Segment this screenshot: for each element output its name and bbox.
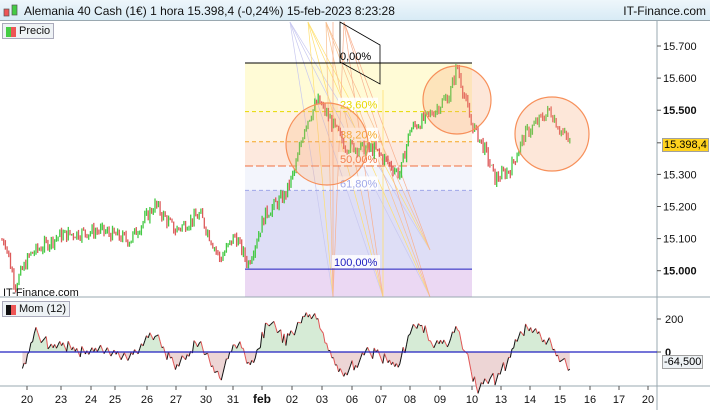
x-tick-label: 30 [200, 394, 212, 406]
momentum-value-badge: -64,500 [662, 355, 704, 369]
x-tick-label: 13 [495, 394, 507, 406]
fib-level-label: 0,00% [340, 51, 371, 63]
highlight-circle [514, 96, 590, 172]
x-tick-label: 26 [141, 394, 153, 406]
price-legend-label: Precio [19, 25, 51, 37]
y-tick-label: 15.600 [663, 73, 697, 85]
x-tick-label: 16 [584, 394, 596, 406]
momentum-legend-swatch-icon [6, 305, 16, 315]
y-tick-label: 15.000 [663, 266, 697, 278]
y-tick-label: 15.700 [663, 41, 697, 53]
chart-canvas[interactable]: 0,00%23,60%38,20%50,00%61,80%100,00%15.7… [0, 0, 710, 410]
x-tick-label: 27 [170, 394, 182, 406]
x-tick-label: 02 [286, 394, 298, 406]
last-price-badge: 15.398,4 [662, 138, 709, 152]
x-tick-label: 15 [554, 394, 566, 406]
x-tick-label: 08 [404, 394, 416, 406]
momentum-legend[interactable]: Mom (12) [2, 301, 71, 317]
fib-level-label: 100,00% [334, 257, 378, 269]
x-tick-label: 25 [109, 394, 121, 406]
momentum-line-segment [265, 322, 268, 325]
y-tick-label: 15.500 [663, 105, 697, 117]
momentum-positive-area [22, 312, 570, 352]
x-tick-label: 31 [227, 394, 239, 406]
x-tick-label: 03 [316, 394, 328, 406]
momentum-negative-area [22, 352, 570, 394]
x-tick-label: 17 [613, 394, 625, 406]
x-tick-label: 23 [55, 394, 67, 406]
x-tick-label: feb [253, 392, 271, 406]
y-tick-label: 15.200 [663, 202, 697, 214]
momentum-legend-label: Mom (12) [19, 303, 67, 315]
x-tick-label: 07 [375, 394, 387, 406]
highlight-circle [285, 102, 369, 186]
x-tick-label: 20 [642, 394, 654, 406]
x-tick-label: 09 [434, 394, 446, 406]
x-tick-label: 14 [524, 394, 536, 406]
fib-zone-below [245, 269, 472, 297]
momentum-line-segment [214, 371, 217, 373]
y-tick-label: 15.300 [663, 169, 697, 181]
x-tick-label: 06 [346, 394, 358, 406]
x-tick-label: 24 [85, 394, 97, 406]
highlight-circle [422, 65, 492, 135]
price-legend-swatch-icon [6, 27, 16, 37]
watermark: IT-Finance.com [3, 287, 79, 299]
y-tick-label: 15.100 [663, 234, 697, 246]
x-tick-label: 20 [21, 394, 33, 406]
x-tick-label: 10 [466, 394, 478, 406]
momentum-tick-label: 200 [665, 314, 683, 326]
momentum-line-segment [204, 353, 207, 356]
price-legend[interactable]: Precio [2, 23, 55, 39]
